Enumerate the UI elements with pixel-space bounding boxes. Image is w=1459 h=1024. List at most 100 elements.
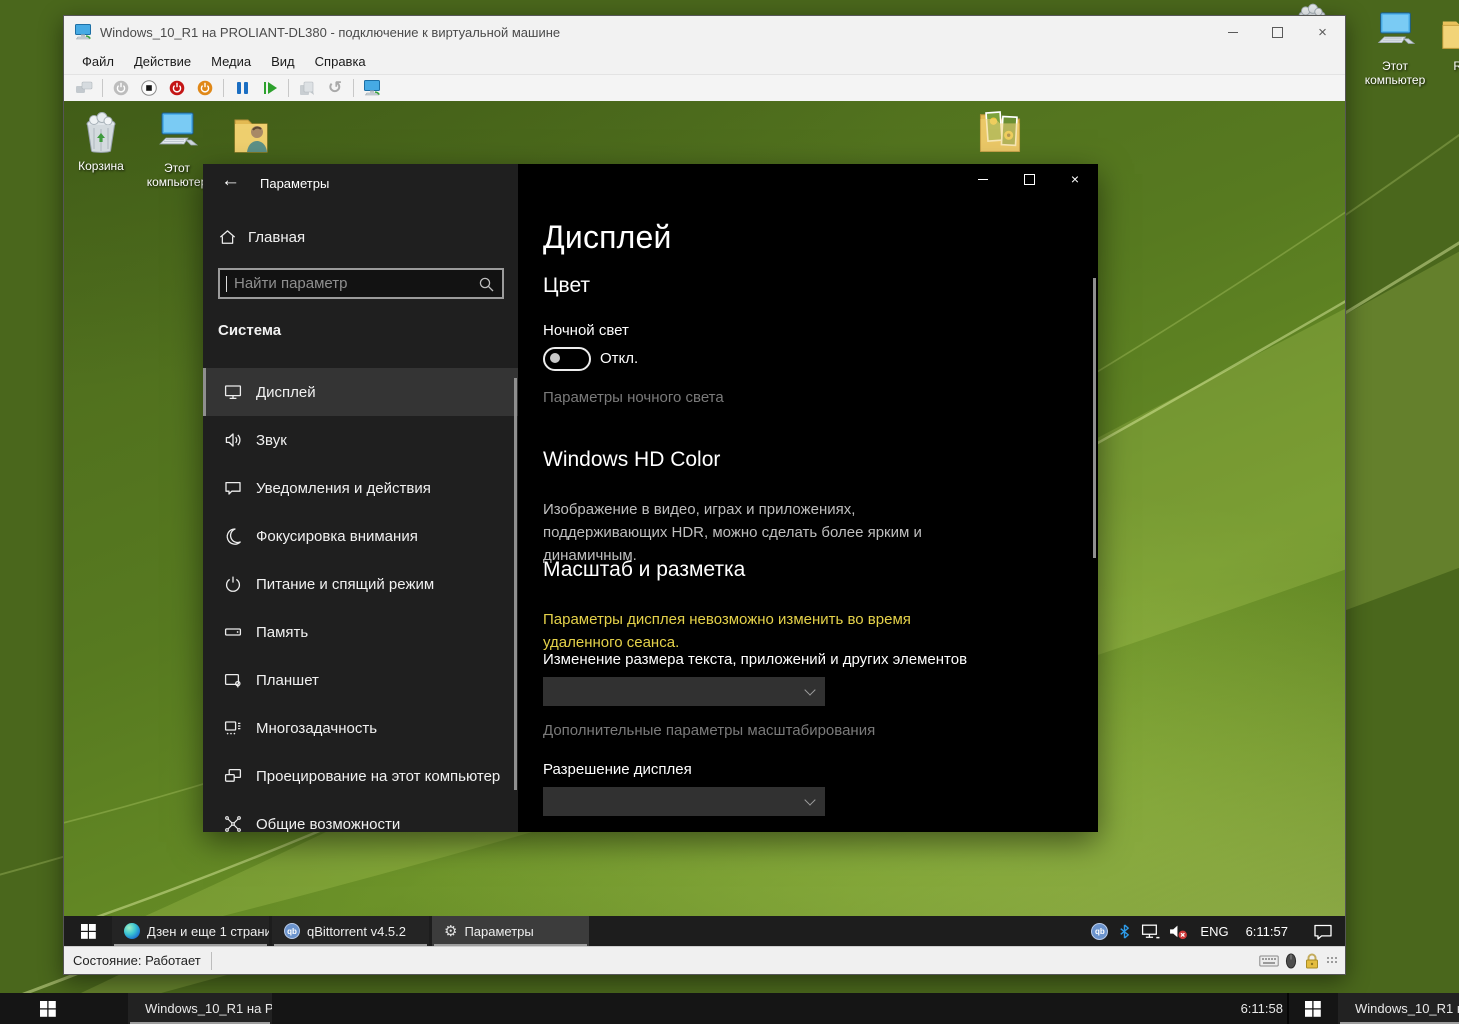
revert-button[interactable]: ↺ — [325, 78, 345, 98]
nav-label: Память — [256, 624, 308, 641]
resolution-label: Разрешение дисплея — [543, 761, 692, 778]
nav-item-tablet[interactable]: Планшет — [203, 656, 518, 704]
turn-off-button[interactable] — [139, 78, 159, 98]
menu-file[interactable]: Файл — [72, 50, 124, 73]
storage-icon — [223, 622, 243, 642]
vm-start-button[interactable] — [64, 916, 112, 946]
pause-button[interactable] — [232, 78, 252, 98]
enhanced-session-button[interactable] — [362, 78, 382, 98]
host-start-button[interactable] — [24, 993, 72, 1024]
toolbar-separator — [353, 79, 354, 97]
taskbar-task-edge[interactable]: Дзен и еще 1 страни... — [112, 916, 269, 946]
nav-label: Многозадачность — [256, 720, 377, 737]
nav-item-display[interactable]: Дисплей — [203, 368, 518, 416]
nav-item-sound[interactable]: Звук — [203, 416, 518, 464]
volume-muted-icon[interactable] — [1169, 923, 1188, 940]
vm-window-titlebar[interactable]: Windows_10_R1 на PROLIANT-DL380 - подклю… — [64, 16, 1345, 48]
checkpoint-button[interactable] — [297, 78, 317, 98]
nav-item-storage[interactable]: Память — [203, 608, 518, 656]
windows-logo-icon — [40, 1001, 56, 1017]
resolution-dropdown[interactable] — [543, 787, 825, 816]
menu-help[interactable]: Справка — [305, 50, 376, 73]
host-task-vm-connection[interactable]: Windows_10_R1 на P... — [128, 993, 272, 1024]
host-folder-icon[interactable]: Ro — [1425, 10, 1459, 73]
host-desktop: Этот компьютер Ro Windows_10_R1 на PROLI… — [0, 0, 1459, 1024]
nav-item-notifications[interactable]: Уведомления и действия — [203, 464, 518, 512]
toolbar-separator — [288, 79, 289, 97]
taskbar-task-settings[interactable]: ⚙ Параметры — [432, 916, 589, 946]
settings-maximize-button[interactable] — [1006, 164, 1052, 194]
ctrl-alt-del-button[interactable] — [74, 78, 94, 98]
host-clock[interactable]: 6:11:58 — [1241, 993, 1283, 1024]
advanced-scaling-link[interactable]: Дополнительные параметры масштабирования — [543, 722, 875, 739]
menu-media[interactable]: Медиа — [201, 50, 261, 73]
this-pc-icon — [1372, 10, 1418, 56]
hdr-heading: Windows HD Color — [543, 448, 720, 472]
taskbar-task-qbittorrent[interactable]: qb qBittorrent v4.5.2 — [272, 916, 429, 946]
menu-view[interactable]: Вид — [261, 50, 305, 73]
resize-grip[interactable] — [1327, 957, 1339, 965]
vm-close-button[interactable]: × — [1300, 16, 1345, 48]
night-light-toggle[interactable] — [543, 347, 591, 371]
scale-heading: Масштаб и разметка — [543, 558, 745, 582]
scale-label: Изменение размера текста, приложений и д… — [543, 651, 967, 668]
user-folder-icon — [227, 110, 275, 158]
nav-item-focus-assist[interactable]: Фокусировка внимания — [203, 512, 518, 560]
nav-item-shared-experiences[interactable]: Общие возможности — [203, 800, 518, 832]
folder-icon — [1438, 10, 1459, 56]
lock-status-icon — [1303, 952, 1321, 970]
settings-search-input[interactable] — [227, 275, 478, 292]
nav-label: Проецирование на этот компьютер — [256, 768, 500, 785]
host-this-pc-icon[interactable]: Этот компьютер — [1359, 10, 1431, 87]
windows-logo-icon — [1305, 1001, 1321, 1017]
multitask-icon — [223, 718, 243, 738]
start-vm-button[interactable] — [111, 78, 131, 98]
settings-content: × Дисплей Цвет Ночной свет Откл. Парамет… — [518, 164, 1098, 832]
language-indicator[interactable]: ENG — [1200, 924, 1228, 939]
scaling-dropdown[interactable] — [543, 677, 825, 706]
settings-window-title: Параметры — [260, 176, 329, 191]
recycle-bin-desktop-icon[interactable]: Корзина — [65, 108, 137, 173]
status-separator — [211, 952, 212, 970]
section-heading: Система — [218, 322, 281, 339]
network-icon[interactable] — [1141, 923, 1160, 940]
settings-close-button[interactable]: × — [1052, 164, 1098, 194]
user-folder-desktop-icon[interactable] — [215, 110, 287, 161]
pictures-folder-desktop-icon[interactable] — [964, 101, 1036, 166]
action-center-icon[interactable] — [1313, 923, 1333, 940]
host-start-button-secondary[interactable] — [1290, 993, 1336, 1024]
qbittorrent-tray-icon[interactable]: qb — [1091, 923, 1108, 940]
vm-minimize-button[interactable] — [1210, 16, 1255, 48]
nav-item-projecting[interactable]: Проецирование на этот компьютер — [203, 752, 518, 800]
back-button[interactable]: ← — [221, 170, 240, 192]
search-icon[interactable] — [478, 276, 494, 292]
vm-status-bar: Состояние: Работает — [64, 946, 1345, 974]
host-task-vm-connection-secondary[interactable]: Windows_10_R1 на P. — [1338, 993, 1459, 1024]
focus-icon — [223, 526, 243, 546]
menu-action[interactable]: Действие — [124, 50, 201, 73]
nav-item-multitasking[interactable]: Многозадачность — [203, 704, 518, 752]
color-heading: Цвет — [543, 274, 590, 298]
vm-desktop: Корзина Этот компьютер ← Параметры Г — [64, 101, 1345, 946]
content-scrollbar[interactable] — [1093, 278, 1096, 558]
nav-label: Питание и спящий режим — [256, 576, 434, 593]
home-label: Главная — [248, 229, 305, 246]
sidebar-scrollbar[interactable] — [514, 378, 517, 790]
shut-down-button[interactable] — [195, 78, 215, 98]
nav-label: Фокусировка внимания — [256, 528, 418, 545]
nav-item-power-sleep[interactable]: Питание и спящий режим — [203, 560, 518, 608]
nav-label: Планшет — [256, 672, 319, 689]
settings-sidebar: ← Параметры Главная Система Дисплей З — [203, 164, 518, 832]
night-light-settings-link[interactable]: Параметры ночного света — [543, 389, 724, 406]
chevron-down-icon — [804, 684, 815, 695]
power-off-button[interactable] — [167, 78, 187, 98]
icon-label: Этот компьютер — [1365, 59, 1426, 87]
vm-maximize-button[interactable] — [1255, 16, 1300, 48]
toolbar-separator — [223, 79, 224, 97]
task-label: Параметры — [464, 924, 533, 939]
settings-minimize-button[interactable] — [960, 164, 1006, 194]
resume-button[interactable] — [260, 78, 280, 98]
bluetooth-icon[interactable] — [1117, 924, 1132, 939]
sidebar-item-home[interactable]: Главная — [218, 228, 305, 247]
vm-clock[interactable]: 6:11:57 — [1246, 924, 1288, 939]
